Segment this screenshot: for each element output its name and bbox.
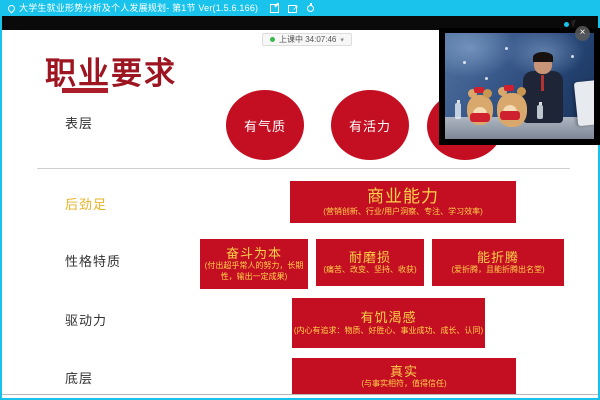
row-label-traits: 性格特质 xyxy=(65,251,121,270)
box-subtitle: (付出超乎常人的努力，长期性，输出一定成果) xyxy=(200,261,308,282)
water-bottle xyxy=(537,105,543,119)
water-bottle xyxy=(455,103,461,119)
mascot-scarf xyxy=(500,111,520,120)
title-underline xyxy=(62,88,108,93)
box-hunger: 有饥渴感 (内心有追求：物质、好胜心、事业成功、成长、认同) xyxy=(292,298,485,348)
slide-bottom-edge xyxy=(2,394,598,395)
box-subtitle: (爱折腾，且能折腾出名堂) xyxy=(451,265,544,275)
box-subtitle: (痛苦、改变、坚持、收获) xyxy=(323,265,416,275)
mascot-bow xyxy=(474,87,484,93)
share-icon[interactable] xyxy=(288,4,297,13)
mouse-cursor xyxy=(564,20,586,29)
monitor xyxy=(574,80,594,126)
row-label-drive: 驱动力 xyxy=(65,310,107,329)
presenter-lanyard xyxy=(541,75,544,91)
cursor-arrow-icon xyxy=(571,19,578,28)
mascot-plush-toy xyxy=(497,93,527,127)
row-label-base: 底层 xyxy=(65,368,93,387)
mascot-plush-toy xyxy=(467,95,493,125)
box-endure: 耐磨损 (痛苦、改变、坚持、收获) xyxy=(316,239,424,286)
box-title: 耐磨损 xyxy=(349,250,391,266)
busy-indicator-dot xyxy=(564,22,569,27)
chevron-down-icon: ▾ xyxy=(340,36,344,44)
video-player-area: 上课中 34:07:46 ▾ 职业要求 表层 后劲足 性格特质 驱动力 底层 有… xyxy=(2,16,598,398)
mascot-scarf xyxy=(470,113,490,122)
box-title: 能折腾 xyxy=(477,250,519,266)
horizontal-divider xyxy=(37,168,570,169)
presenter-hair xyxy=(533,52,553,62)
backdrop-sparkle xyxy=(505,47,508,50)
titlebar-actions xyxy=(270,4,315,13)
box-title: 真实 xyxy=(390,364,418,380)
settings-icon[interactable] xyxy=(306,4,315,13)
live-dot-icon xyxy=(270,37,275,42)
location-pin-icon xyxy=(7,5,14,12)
box-subtitle: (营销创新、行业/用户洞察、专注、学习效率) xyxy=(323,207,483,217)
box-subtitle: (与事实相符，值得信任) xyxy=(361,379,446,389)
title-bar: 大学生就业形势分析及个人发展规划- 第1节 Ver(1.5.6.166) xyxy=(0,0,600,16)
row-label-stamina: 后劲足 xyxy=(65,194,107,213)
box-business-ability: 商业能力 (营销创新、行业/用户洞察、专注、学习效率) xyxy=(290,181,516,223)
backdrop-sparkle xyxy=(571,55,574,58)
box-title: 奋斗为本 xyxy=(226,246,282,262)
presenter-video-overlay[interactable]: × xyxy=(439,28,600,145)
box-title: 有饥渴感 xyxy=(360,310,416,326)
mascot-bow xyxy=(504,85,514,91)
class-status-label: 上课中 34:07:46 xyxy=(279,34,336,45)
backdrop-sparkle xyxy=(485,77,488,80)
box-authentic: 真实 (与事实相符，值得信任) xyxy=(292,358,516,395)
box-struggle: 奋斗为本 (付出超乎常人的努力，长期性，输出一定成果) xyxy=(200,239,308,289)
box-title: 商业能力 xyxy=(367,187,439,207)
box-hustle: 能折腾 (爱折腾，且能折腾出名堂) xyxy=(432,239,564,286)
edit-icon[interactable] xyxy=(270,4,279,13)
row-label-surface: 表层 xyxy=(65,113,93,132)
app-window: 大学生就业形势分析及个人发展规划- 第1节 Ver(1.5.6.166) 上课中… xyxy=(0,0,600,400)
presenter-video-frame xyxy=(445,33,594,139)
class-status-badge[interactable]: 上课中 34:07:46 ▾ xyxy=(262,33,352,46)
window-title: 大学生就业形势分析及个人发展规划- 第1节 Ver(1.5.6.166) xyxy=(19,0,258,16)
circle-vitality: 有活力 xyxy=(331,90,409,160)
slide-title: 职业要求 xyxy=(45,48,177,93)
circle-temperament: 有气质 xyxy=(226,90,304,160)
backdrop-sparkle xyxy=(463,61,466,64)
box-subtitle: (内心有追求：物质、好胜心、事业成功、成长、认同) xyxy=(294,326,483,336)
